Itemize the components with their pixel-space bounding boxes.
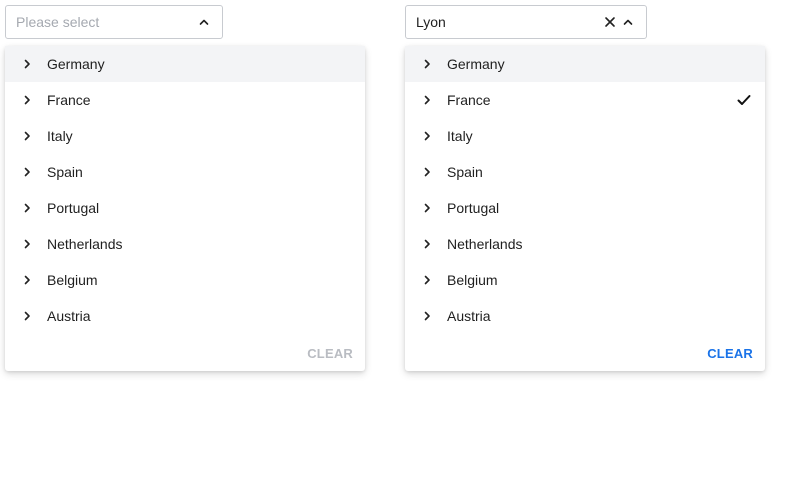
cascader-right-option[interactable]: Portugal xyxy=(405,190,765,226)
option-label: Netherlands xyxy=(47,236,123,252)
cascader-right: Lyon Germany France Italy Spain Portugal Neth… xyxy=(405,5,765,371)
chevron-right-icon xyxy=(419,56,435,72)
option-label: Belgium xyxy=(447,272,498,288)
chevron-right-icon xyxy=(419,164,435,180)
cascader-right-option[interactable]: Belgium xyxy=(405,262,765,298)
option-label: France xyxy=(47,92,91,108)
cascader-right-clear-button[interactable]: CLEAR xyxy=(707,346,753,361)
option-label: Spain xyxy=(47,164,83,180)
option-label: Netherlands xyxy=(447,236,523,252)
chevron-right-icon xyxy=(19,200,35,216)
cascader-left-option[interactable]: Belgium xyxy=(5,262,365,298)
cascader-right-option-list: Germany France Italy Spain Portugal Netherlan… xyxy=(405,46,765,334)
option-label: Germany xyxy=(47,56,105,72)
option-label: France xyxy=(447,92,491,108)
cascader-left-option[interactable]: Italy xyxy=(5,118,365,154)
chevron-right-icon xyxy=(19,92,35,108)
cascader-right-value: Lyon xyxy=(416,14,446,30)
cascader-right-option[interactable]: France xyxy=(405,82,765,118)
chevron-right-icon xyxy=(19,236,35,252)
chevron-right-icon xyxy=(419,92,435,108)
cascader-left-option[interactable]: Portugal xyxy=(5,190,365,226)
chevron-right-icon xyxy=(419,200,435,216)
option-label: Belgium xyxy=(47,272,98,288)
cascader-right-option[interactable]: Germany xyxy=(405,46,765,82)
cascader-left: Please select Germany France Italy Spain Por… xyxy=(5,5,365,371)
cascader-right-option[interactable]: Spain xyxy=(405,154,765,190)
cascader-left-select[interactable]: Please select xyxy=(5,5,223,39)
cascader-left-clear-button[interactable]: CLEAR xyxy=(307,346,353,361)
cascader-right-option[interactable]: Italy xyxy=(405,118,765,154)
option-label: Portugal xyxy=(47,200,100,216)
cascader-left-option[interactable]: Austria xyxy=(5,298,365,334)
chevron-right-icon xyxy=(19,128,35,144)
cascader-left-placeholder: Please select xyxy=(16,14,100,30)
cascader-left-option[interactable]: Spain xyxy=(5,154,365,190)
cascader-right-select[interactable]: Lyon xyxy=(405,5,647,39)
option-label: Italy xyxy=(447,128,473,144)
option-label: Spain xyxy=(447,164,483,180)
cascader-right-dropdown: Germany France Italy Spain Portugal Netherlan… xyxy=(405,46,765,371)
option-label: Germany xyxy=(447,56,505,72)
chevron-right-icon xyxy=(19,308,35,324)
cascader-left-option[interactable]: Netherlands xyxy=(5,226,365,262)
option-label: Austria xyxy=(47,308,91,324)
chevron-right-icon xyxy=(419,128,435,144)
cascader-right-option[interactable]: Netherlands xyxy=(405,226,765,262)
cascader-right-option[interactable]: Austria xyxy=(405,298,765,334)
cascader-left-option[interactable]: Germany xyxy=(5,46,365,82)
option-label: Austria xyxy=(447,308,491,324)
option-label: Italy xyxy=(47,128,73,144)
check-icon xyxy=(736,92,752,108)
chevron-right-icon xyxy=(419,272,435,288)
chevron-right-icon xyxy=(19,56,35,72)
cascader-left-option[interactable]: France xyxy=(5,82,365,118)
chevron-up-icon[interactable] xyxy=(620,14,636,30)
option-label: Portugal xyxy=(447,200,500,216)
cascader-left-dropdown: Germany France Italy Spain Portugal Netherlan… xyxy=(5,46,365,371)
chevron-right-icon xyxy=(19,272,35,288)
page: Please select Germany France Italy Spain Por… xyxy=(0,0,800,480)
close-icon[interactable] xyxy=(602,14,618,30)
chevron-right-icon xyxy=(419,308,435,324)
chevron-right-icon xyxy=(419,236,435,252)
chevron-up-icon[interactable] xyxy=(196,14,212,30)
chevron-right-icon xyxy=(19,164,35,180)
cascader-left-option-list: Germany France Italy Spain Portugal Netherlan… xyxy=(5,46,365,334)
